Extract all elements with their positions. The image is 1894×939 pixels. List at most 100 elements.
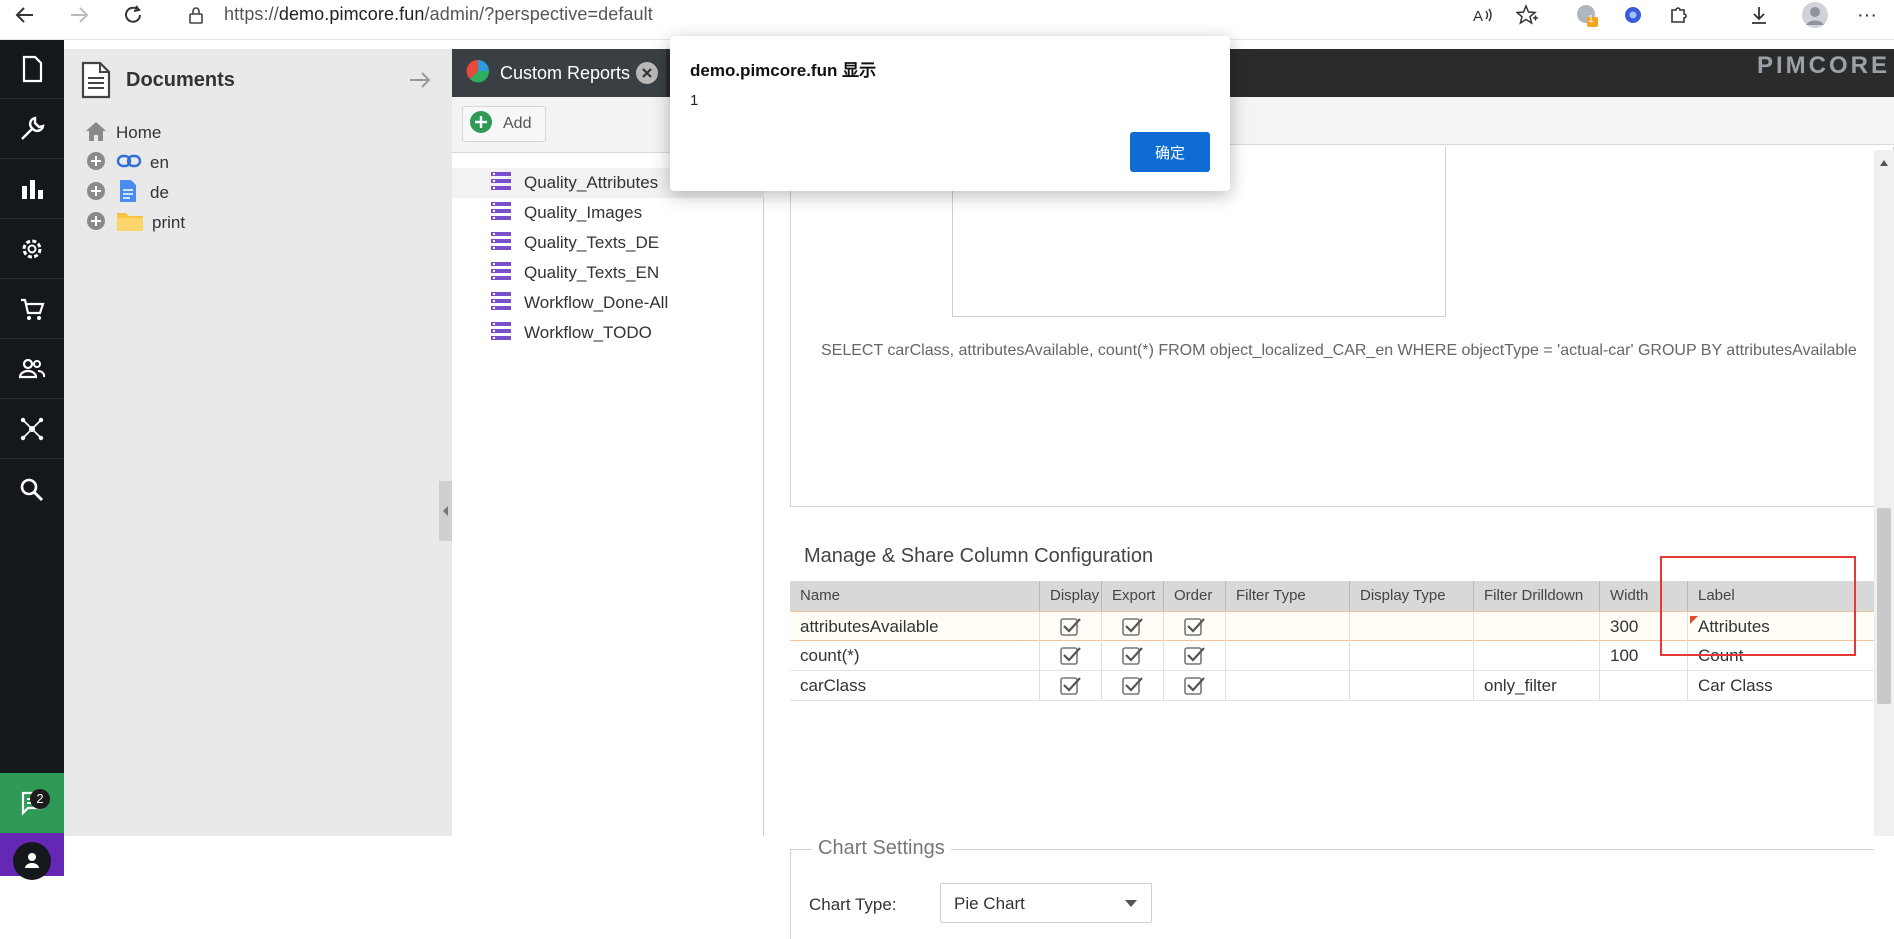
cell-name[interactable]: count(*) — [790, 641, 1040, 671]
address-bar[interactable]: https://demo.pimcore.fun/admin/?perspect… — [224, 4, 653, 25]
chart-type-select[interactable]: Pie Chart — [940, 883, 1152, 923]
tree-item-home[interactable]: Home — [84, 119, 161, 147]
expand-plus-icon[interactable] — [86, 181, 106, 206]
page-icon — [118, 179, 138, 208]
cell-filter-drilldown[interactable]: only_filter — [1474, 671, 1600, 701]
expand-plus-icon[interactable] — [86, 211, 106, 236]
cell-name[interactable]: attributesAvailable — [790, 612, 1040, 642]
chevron-down-icon[interactable] — [1125, 900, 1137, 907]
nav-users-icon[interactable] — [0, 340, 64, 399]
report-editor-panel: SELECT carClass, attributesAvailable, co… — [764, 97, 1894, 939]
dialog-title: demo.pimcore.fun 显示 — [690, 61, 877, 80]
reload-icon[interactable] — [118, 0, 148, 30]
nav-settings-gear-icon[interactable] — [0, 220, 64, 279]
main-navigation: 2 — [0, 40, 64, 880]
cell-filter-drilldown[interactable] — [1474, 641, 1600, 671]
cell-display-type[interactable] — [1350, 641, 1474, 671]
cell-width[interactable] — [1600, 671, 1688, 701]
cell-name[interactable]: carClass — [790, 671, 1040, 701]
nav-documents-icon[interactable] — [0, 40, 64, 99]
report-item-label: Quality_Texts_EN — [524, 263, 660, 282]
cell-display[interactable] — [1040, 612, 1102, 642]
cell-label[interactable]: Car Class — [1688, 671, 1874, 701]
cell-filter-type[interactable] — [1226, 612, 1350, 642]
nav-datahub-icon[interactable] — [0, 400, 64, 459]
expand-plus-icon[interactable] — [86, 151, 106, 176]
report-item-label: Workflow_TODO — [524, 323, 652, 342]
documents-header-icon — [80, 61, 112, 104]
add-plus-icon — [469, 110, 493, 139]
nav-ecommerce-cart-icon[interactable] — [0, 280, 64, 339]
pimcore-logo: PIMCORE — [1757, 52, 1891, 79]
nav-tools-icon[interactable] — [0, 100, 64, 159]
collapse-arrow-icon[interactable] — [408, 69, 432, 96]
cell-export[interactable] — [1102, 641, 1164, 671]
add-report-button[interactable]: Add — [462, 106, 546, 142]
read-aloud-icon[interactable]: A — [1468, 0, 1498, 30]
tree-item-print[interactable]: print — [86, 209, 185, 237]
lock-icon[interactable] — [188, 6, 204, 29]
checkbox-checked-icon[interactable] — [1060, 676, 1082, 706]
table-row[interactable]: carClass only_filter Car Class — [790, 671, 1874, 701]
cell-filter-type[interactable] — [1226, 641, 1350, 671]
profile-avatar-icon[interactable] — [1798, 0, 1832, 30]
grid-header-display[interactable]: Display — [1040, 581, 1102, 611]
tree-item-de[interactable]: de — [86, 179, 169, 207]
nav-reports-icon[interactable] — [0, 160, 64, 219]
url-path: /admin/?perspective=default — [424, 4, 653, 24]
cell-display[interactable] — [1040, 641, 1102, 671]
chart-type-value: Pie Chart — [954, 894, 1025, 913]
grid-header-filter-drilldown[interactable]: Filter Drilldown — [1474, 581, 1600, 611]
cell-order[interactable] — [1164, 612, 1226, 642]
extensions-puzzle-icon[interactable] — [1664, 0, 1694, 30]
scrollbar-thumb[interactable] — [1877, 508, 1891, 704]
alert-dialog: demo.pimcore.fun 显示 1 确定 — [670, 36, 1230, 191]
report-item[interactable]: Workflow_TODO — [452, 318, 764, 348]
documents-panel-title: Documents — [126, 69, 235, 91]
cell-filter-type[interactable] — [1226, 671, 1350, 701]
extension-badge: 1 — [1588, 14, 1594, 25]
cell-order[interactable] — [1164, 641, 1226, 671]
nav-user-profile-icon[interactable] — [0, 833, 64, 880]
report-item-label: Quality_Attributes — [524, 173, 659, 192]
tab-custom-reports[interactable]: Custom Reports — [452, 49, 666, 97]
extension-icon[interactable]: 1 — [1572, 0, 1602, 30]
extension-blue-icon[interactable] — [1618, 0, 1648, 30]
cell-order[interactable] — [1164, 671, 1226, 701]
report-item[interactable]: Quality_Texts_DE — [452, 228, 764, 258]
url-host: demo.pimcore.fun — [278, 4, 425, 24]
more-menu-icon[interactable]: ··· — [1852, 0, 1882, 30]
download-icon[interactable] — [1744, 0, 1774, 30]
nav-search-icon[interactable] — [0, 460, 64, 519]
dialog-message: 1 — [690, 92, 699, 109]
dialog-ok-button[interactable]: 确定 — [1130, 132, 1210, 172]
tree-item-en[interactable]: en — [86, 149, 169, 177]
nav-chat-icon[interactable]: 2 — [0, 773, 64, 833]
cell-display-type[interactable] — [1350, 612, 1474, 642]
grid-header-order[interactable]: Order — [1164, 581, 1226, 611]
checkbox-checked-icon[interactable] — [1184, 676, 1206, 706]
vertical-scrollbar[interactable] — [1874, 150, 1894, 836]
cell-filter-drilldown[interactable] — [1474, 612, 1600, 642]
close-tab-icon[interactable] — [636, 62, 658, 84]
grid-header-display-type[interactable]: Display Type — [1350, 581, 1474, 611]
report-item[interactable]: Quality_Images — [452, 198, 764, 228]
back-icon[interactable] — [10, 0, 40, 30]
column-config-title: Manage & Share Column Configuration — [804, 545, 1154, 567]
cell-display[interactable] — [1040, 671, 1102, 701]
grid-header-name[interactable]: Name — [790, 581, 1040, 611]
cell-export[interactable] — [1102, 612, 1164, 642]
custom-reports-list-panel: Add Quality_Attributes Quality_Images Qu… — [452, 97, 764, 836]
panel-splitter-handle[interactable] — [439, 481, 452, 541]
forward-icon[interactable] — [64, 0, 94, 30]
chat-badge: 2 — [30, 789, 50, 809]
checkbox-checked-icon[interactable] — [1122, 676, 1144, 706]
favorite-star-icon[interactable] — [1512, 0, 1542, 30]
scroll-up-arrow-icon[interactable] — [1879, 154, 1889, 172]
cell-export[interactable] — [1102, 671, 1164, 701]
grid-header-filter-type[interactable]: Filter Type — [1226, 581, 1350, 611]
report-item[interactable]: Quality_Texts_EN — [452, 258, 764, 288]
report-item[interactable]: Workflow_Done-All — [452, 288, 764, 318]
cell-display-type[interactable] — [1350, 671, 1474, 701]
grid-header-export[interactable]: Export — [1102, 581, 1164, 611]
